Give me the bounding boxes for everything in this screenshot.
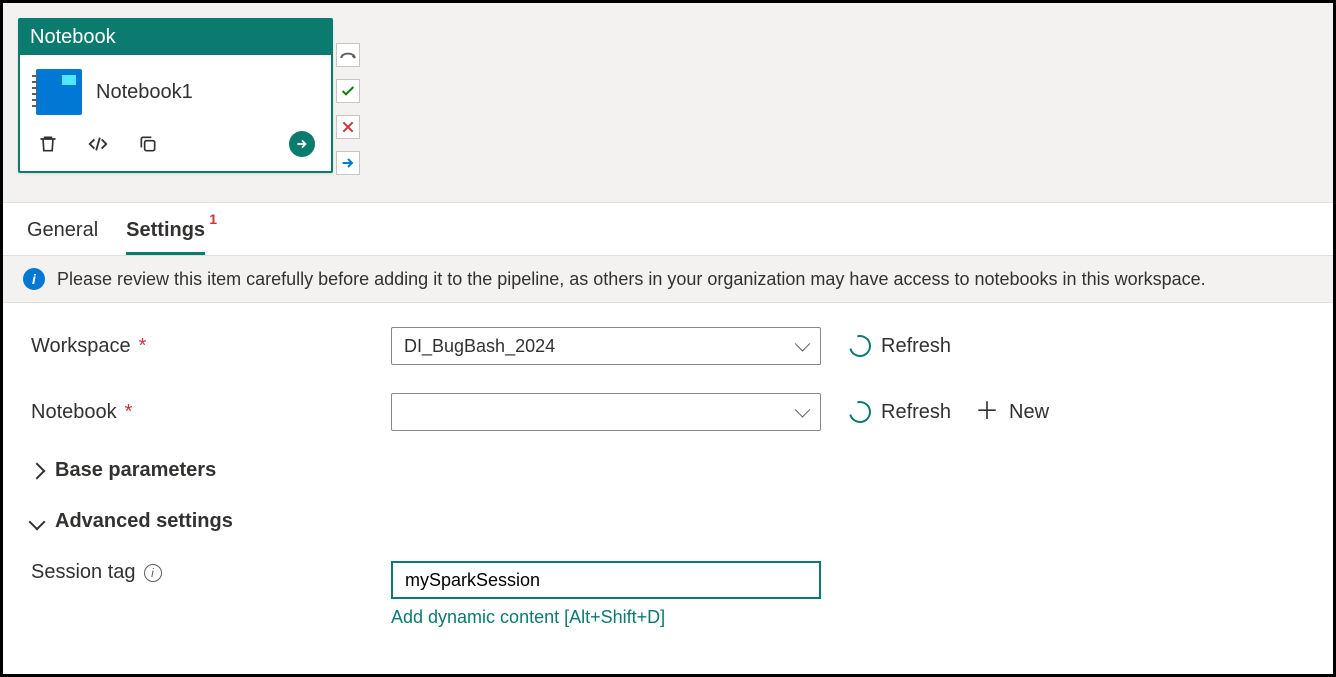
copy-icon[interactable] — [136, 132, 160, 156]
refresh-icon — [845, 331, 875, 361]
success-branch-icon[interactable] — [336, 79, 360, 103]
tab-settings-badge: 1 — [209, 211, 217, 227]
run-arrow-icon[interactable] — [289, 131, 315, 157]
property-tabs: General Settings 1 — [3, 203, 1333, 256]
required-asterisk: * — [139, 335, 147, 358]
info-banner: i Please review this item carefully befo… — [3, 256, 1333, 303]
info-banner-text: Please review this item carefully before… — [57, 269, 1206, 290]
info-icon: i — [23, 268, 45, 290]
workspace-label: Workspace * — [31, 335, 391, 358]
notebook-activity-node[interactable]: Notebook Notebook1 — [18, 18, 333, 173]
node-header: Notebook — [20, 20, 331, 55]
code-icon[interactable] — [86, 132, 110, 156]
base-parameters-toggle[interactable]: Base parameters — [31, 459, 1305, 482]
notebook-label-text: Notebook — [31, 401, 117, 424]
workspace-select-value: DI_BugBash_2024 — [404, 336, 555, 357]
workspace-refresh-button[interactable]: Refresh — [849, 335, 951, 358]
pipeline-canvas[interactable]: Notebook Notebook1 — [3, 3, 1333, 203]
plus-icon: ＋ — [975, 400, 999, 424]
fail-branch-icon[interactable] — [336, 115, 360, 139]
workspace-label-text: Workspace — [31, 335, 131, 358]
chevron-down-icon — [29, 513, 46, 530]
session-tag-input[interactable] — [391, 561, 821, 599]
tab-settings-label: Settings — [126, 219, 205, 241]
session-tag-label-text: Session tag — [31, 561, 136, 584]
notebook-new-button[interactable]: ＋ New — [975, 400, 1049, 424]
skip-branch-icon[interactable] — [336, 151, 360, 175]
refresh-icon — [845, 397, 875, 427]
tab-general[interactable]: General — [27, 219, 98, 255]
notebook-refresh-label: Refresh — [881, 401, 951, 424]
notebook-label: Notebook * — [31, 401, 391, 424]
notebook-refresh-button[interactable]: Refresh — [849, 401, 951, 424]
notebook-new-label: New — [1009, 401, 1049, 424]
required-asterisk: * — [125, 401, 133, 424]
delete-icon[interactable] — [36, 132, 60, 156]
node-title[interactable]: Notebook1 — [96, 81, 193, 104]
tab-settings[interactable]: Settings 1 — [126, 219, 205, 255]
add-dynamic-content-link[interactable]: Add dynamic content [Alt+Shift+D] — [391, 607, 821, 628]
workspace-select[interactable]: DI_BugBash_2024 — [391, 327, 821, 365]
deactivate-icon[interactable] — [336, 43, 360, 67]
node-side-actions — [336, 43, 360, 175]
advanced-settings-label: Advanced settings — [55, 510, 233, 533]
base-parameters-label: Base parameters — [55, 459, 216, 482]
notebook-select[interactable] — [391, 393, 821, 431]
chevron-right-icon — [29, 462, 46, 479]
workspace-refresh-label: Refresh — [881, 335, 951, 358]
advanced-settings-toggle[interactable]: Advanced settings — [31, 510, 1305, 533]
session-tag-label: Session tag i — [31, 561, 391, 584]
info-help-icon[interactable]: i — [144, 564, 162, 582]
notebook-icon — [36, 69, 82, 115]
